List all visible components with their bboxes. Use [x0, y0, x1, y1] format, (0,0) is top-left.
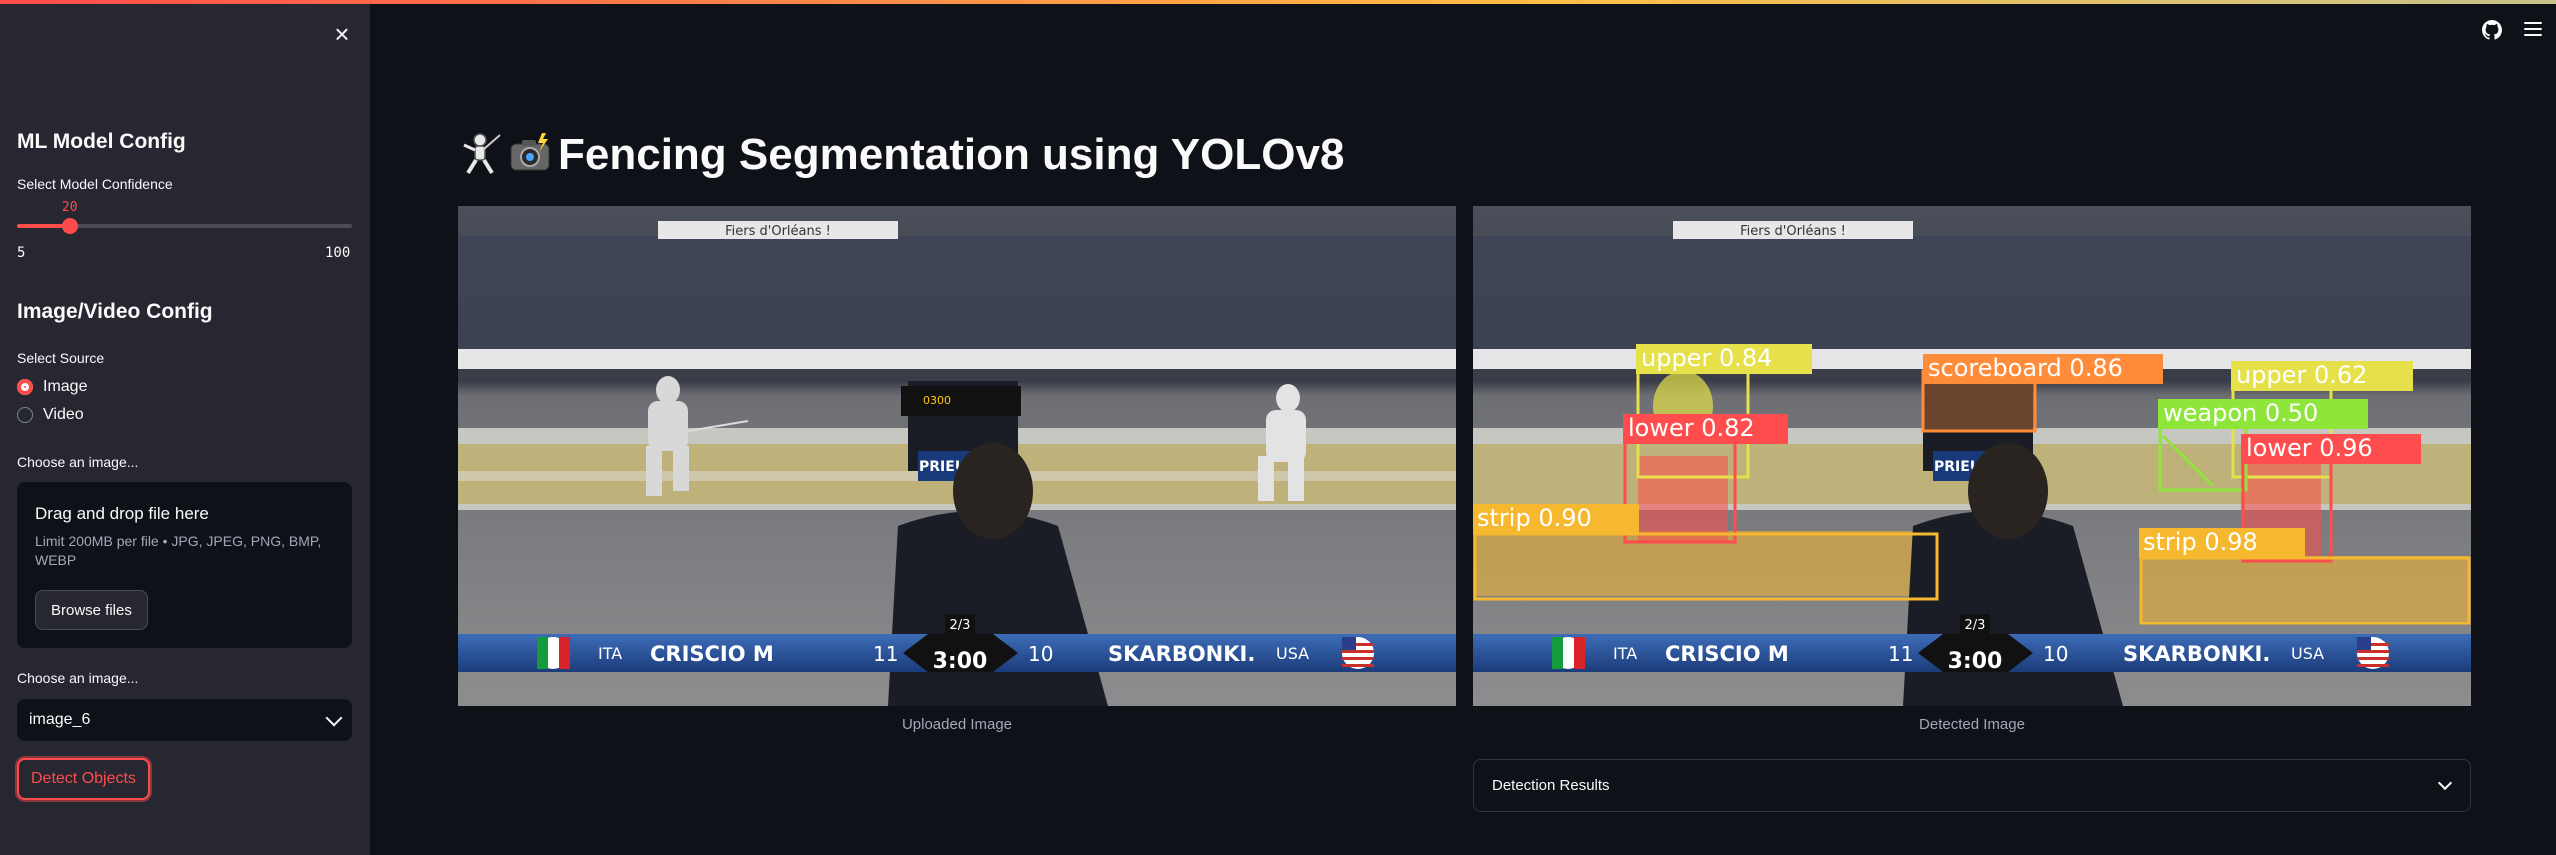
right-country: USA [2291, 644, 2324, 663]
source-option-label: Image [43, 378, 88, 395]
bout-round: 2/3 [1965, 618, 1986, 633]
right-country: USA [1276, 644, 1309, 663]
uploader-label: Choose an image... [17, 454, 139, 470]
detect-objects-button[interactable]: Detect Objects [17, 758, 150, 800]
image-select[interactable]: image_6 [17, 699, 352, 741]
confidence-value: 20 [61, 200, 78, 215]
right-score: 10 [2043, 642, 2068, 666]
detection-results-expander[interactable]: Detection Results [1473, 759, 2471, 812]
svg-text:0300: 0300 [923, 394, 951, 407]
source-option-image[interactable]: Image [17, 378, 87, 396]
radio-unselected-icon [17, 407, 33, 423]
chevron-down-icon [2437, 775, 2453, 791]
left-country: ITA [1613, 644, 1637, 663]
page-title: Fencing Segmentation using YOLOv8 [458, 130, 1344, 180]
hamburger-menu-icon[interactable] [2524, 22, 2542, 38]
detection-results-label: Detection Results [1492, 777, 1610, 794]
browse-files-button[interactable]: Browse files [35, 590, 148, 630]
github-icon[interactable] [2482, 20, 2502, 40]
camera-flash-emoji-icon [510, 133, 550, 171]
detection-label: upper 0.62 [2236, 361, 2367, 389]
detection-label: scoreboard 0.86 [1928, 354, 2123, 382]
image-select-value: image_6 [29, 711, 91, 728]
uploaded-image: Fiers d'Orléans ! 0300 PRIEUR ITA CRISCI… [458, 206, 1456, 706]
bout-time: 3:00 [1948, 649, 2003, 674]
bout-time: 3:00 [933, 649, 988, 674]
detection-label: upper 0.84 [1641, 344, 1772, 372]
detection-label: weapon 0.50 [2163, 399, 2318, 427]
right-fencer-name: SKARBONKI. [2123, 642, 2270, 666]
uploaded-image-caption: Uploaded Image [901, 716, 1013, 733]
sidebar: × ML Model Config Select Model Confidenc… [0, 4, 370, 855]
confidence-max: 100 [325, 245, 351, 261]
left-country: ITA [598, 644, 622, 663]
detection-label: lower 0.82 [1628, 414, 1755, 442]
confidence-label: Select Model Confidence [17, 176, 173, 192]
dropzone-limit-text: Limit 200MB per file • JPG, JPEG, PNG, B… [35, 533, 322, 568]
right-fencer-name: SKARBONKI. [1108, 642, 1255, 666]
dropzone-title: Drag and drop file here [35, 504, 209, 523]
left-fencer-name: CRISCIO M [1665, 642, 1789, 666]
confidence-min: 5 [17, 245, 26, 261]
detected-image-caption: Detected Image [1919, 716, 2025, 733]
detection-label: lower 0.96 [2246, 434, 2373, 462]
confidence-slider-thumb[interactable] [61, 218, 78, 234]
chevron-down-icon [325, 709, 343, 726]
left-fencer-name: CRISCIO M [650, 642, 774, 666]
detection-label: strip 0.98 [2143, 528, 2258, 556]
confidence-slider[interactable] [17, 218, 352, 234]
detected-image: Fiers d'Orléans ! PRIEUR upper 0.84 lowe… [1473, 206, 2471, 706]
source-option-label: Video [43, 406, 84, 423]
file-dropzone[interactable]: Drag and drop file here Limit 200MB per … [17, 482, 352, 648]
right-score: 10 [1028, 642, 1053, 666]
arena-banner-text: Fiers d'Orléans ! [725, 224, 831, 239]
fencer-emoji-icon [463, 133, 501, 175]
source-config-heading: Image/Video Config [17, 300, 213, 323]
source-option-video[interactable]: Video [17, 406, 84, 424]
close-icon[interactable]: × [330, 21, 354, 47]
bout-round: 2/3 [950, 618, 971, 633]
image-select-label: Choose an image... [17, 670, 139, 686]
source-label: Select Source [17, 350, 105, 366]
detection-label: strip 0.90 [1477, 504, 1592, 532]
arena-banner-text: Fiers d'Orléans ! [1740, 224, 1846, 239]
left-score: 11 [1888, 642, 1913, 666]
model-config-heading: ML Model Config [17, 130, 186, 153]
radio-selected-icon [17, 379, 33, 395]
page-title-text: Fencing Segmentation using YOLOv8 [558, 130, 1345, 179]
left-score: 11 [873, 642, 898, 666]
top-decoration-bar [0, 0, 2556, 4]
